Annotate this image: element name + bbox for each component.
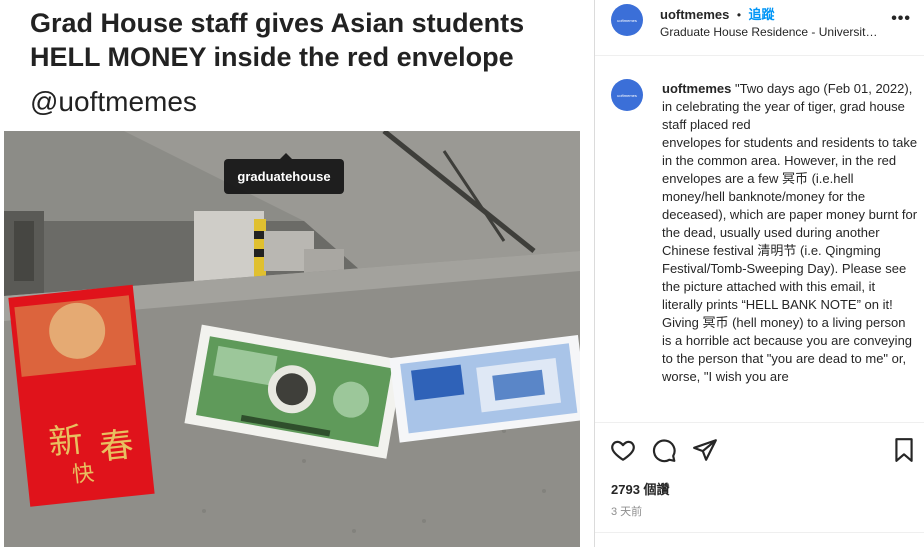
header-title-row: uoftmemes • 追蹤 [660, 4, 774, 24]
post-image[interactable]: Grad House staff gives Asian students HE… [0, 0, 594, 547]
caption-username[interactable]: uoftmemes [662, 81, 731, 96]
user-tag-label: graduatehouse [237, 169, 331, 184]
header-username[interactable]: uoftmemes [660, 7, 729, 22]
user-tag[interactable]: graduatehouse [224, 153, 344, 194]
svg-text:新: 新 [47, 420, 85, 463]
comment-icon[interactable] [651, 437, 677, 463]
svg-text:快: 快 [71, 461, 96, 488]
caption: uoftmemes "Two days ago (Feb 01, 2022), … [662, 80, 918, 418]
send-icon[interactable] [692, 437, 718, 463]
heart-icon[interactable] [610, 437, 636, 463]
svg-text:春: 春 [97, 425, 135, 468]
meme-handle: @uoftmemes [30, 86, 197, 117]
caption-avatar[interactable]: uoftmemes [611, 79, 643, 111]
instagram-post-view: Grad House staff gives Asian students HE… [0, 0, 924, 547]
like-count[interactable]: 2793 個讚 [611, 479, 670, 498]
meme-headline: Grad House staff gives Asian students HE… [30, 8, 525, 72]
caption-text-3: Giving 冥币 (hell money) to a living perso… [662, 315, 913, 384]
comment-bar [595, 532, 924, 547]
follow-button[interactable]: 追蹤 [748, 7, 774, 22]
post-header: uoftmemes uoftmemes • 追蹤 Graduate House … [595, 0, 924, 56]
caption-text-2: envelopes are a few 冥币 (i.e.hell money/h… [662, 171, 918, 312]
location-link[interactable]: Graduate House Residence - University... [660, 25, 880, 39]
bookmark-icon[interactable] [891, 437, 917, 463]
more-options-icon[interactable]: ••• [891, 10, 911, 28]
separator-dot: • [736, 8, 742, 22]
caption-line: uoftmemes "Two days ago (Feb 01, 2022), … [662, 80, 918, 134]
caption-text-1: envelopes for students and residents to … [662, 135, 918, 168]
avatar[interactable]: uoftmemes [611, 4, 643, 36]
post-timestamp[interactable]: 3 天前 [611, 503, 642, 519]
action-bar: 2793 個讚 3 天前 [595, 422, 924, 532]
post-sidebar: uoftmemes uoftmemes • 追蹤 Graduate House … [594, 0, 924, 547]
